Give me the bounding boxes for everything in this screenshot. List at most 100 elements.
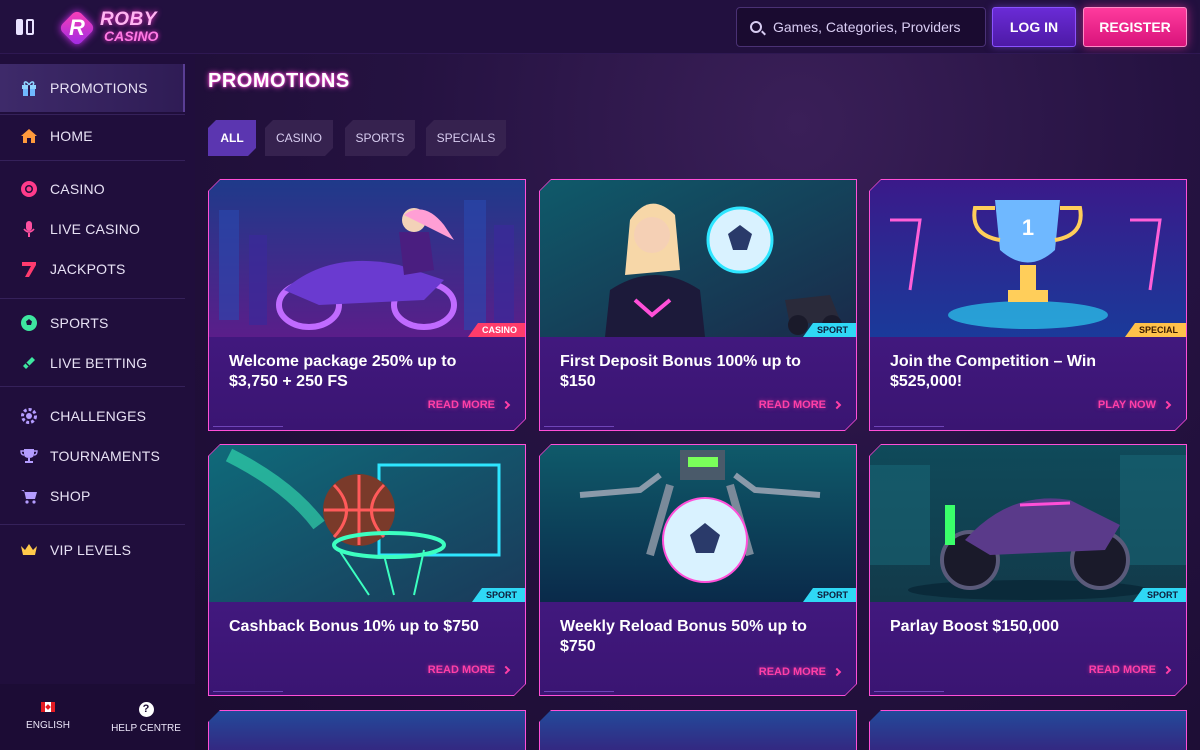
sidebar-item-jackpots[interactable]: JACKPOTS xyxy=(0,249,185,289)
sidebar-item-label: HOME xyxy=(50,128,93,144)
promo-card[interactable]: CASINO Welcome package 250% up to $3,750… xyxy=(208,179,526,431)
language-label: ENGLISH xyxy=(26,720,70,731)
promo-card[interactable]: SPORT Weekly Reload Bonus 50% up to $750… xyxy=(539,444,857,696)
card-accent-line xyxy=(874,691,944,692)
sidebar-item-casino[interactable]: CASINO xyxy=(0,169,185,209)
cta-label: READ MORE xyxy=(427,664,495,676)
page-title: PROMOTIONS xyxy=(208,70,350,92)
home-icon xyxy=(20,127,38,145)
sidebar-item-sports[interactable]: SPORTS xyxy=(0,303,185,343)
register-button[interactable]: REGISTER xyxy=(1083,7,1187,47)
promo-card[interactable]: SPORT Parlay Boost $150,000 READ MORE xyxy=(869,444,1187,696)
promo-card[interactable]: SPORT First Deposit Bonus 100% up to $15… xyxy=(539,179,857,431)
promo-card-partial[interactable] xyxy=(208,710,526,750)
card-accent-line xyxy=(874,426,944,427)
promo-image-motorcycle xyxy=(870,445,1186,602)
tab-specials[interactable]: SPECIALS xyxy=(426,120,506,156)
card-accent-line xyxy=(544,426,614,427)
sidebar-item-shop[interactable]: SHOP xyxy=(0,476,185,516)
category-tag: SPECIAL xyxy=(1125,323,1186,337)
promo-title: Cashback Bonus 10% up to $750 xyxy=(229,618,479,635)
main-content: PROMOTIONS ALL CASINO SPORTS SPECIALS CA… xyxy=(195,54,1200,750)
tab-all[interactable]: ALL xyxy=(208,120,256,156)
promo-image-basketball xyxy=(209,445,525,602)
sidebar-divider xyxy=(0,114,185,115)
sidebar-item-label: PROMOTIONS xyxy=(50,80,148,96)
cta-label: READ MORE xyxy=(758,666,826,678)
search-input[interactable] xyxy=(773,8,983,46)
play-now-link[interactable]: PLAY NOW xyxy=(1098,399,1170,411)
promo-title: Welcome package 250% up to $3,750 + 250 … xyxy=(229,353,457,390)
tab-casino[interactable]: CASINO xyxy=(265,120,333,156)
chevron-right-icon xyxy=(1163,666,1171,674)
chevron-right-icon xyxy=(1163,401,1171,409)
svg-text:1: 1 xyxy=(1022,215,1034,240)
chevron-right-icon xyxy=(833,401,841,409)
sidebar-item-challenges[interactable]: CHALLENGES xyxy=(0,396,185,436)
promo-card-partial[interactable] xyxy=(539,710,857,750)
crown-icon xyxy=(20,541,38,559)
promo-card[interactable]: 1 SPECIAL Join the Competition – Win $52… xyxy=(869,179,1187,431)
sidebar-footer: ENGLISH ? HELP CENTRE xyxy=(0,684,195,750)
chevron-right-icon xyxy=(502,401,510,409)
trophy-icon xyxy=(20,447,38,465)
login-button[interactable]: LOG IN xyxy=(992,7,1076,47)
chevron-right-icon xyxy=(502,666,510,674)
promo-image-robot-soccer-ball xyxy=(540,445,856,602)
sidebar-item-live-betting[interactable]: LIVE BETTING xyxy=(0,343,185,383)
sidebar-item-tournaments[interactable]: TOURNAMENTS xyxy=(0,436,185,476)
sidebar-item-live-casino[interactable]: LIVE CASINO xyxy=(0,209,185,249)
card-accent-line xyxy=(544,691,614,692)
cta-label: READ MORE xyxy=(427,399,495,411)
site-logo[interactable]: R ROBY CASINO xyxy=(58,9,170,47)
top-header: R ROBY CASINO LOG IN REGISTER xyxy=(0,0,1200,54)
seven-icon xyxy=(20,260,38,278)
read-more-link[interactable]: READ MORE xyxy=(1089,664,1170,676)
read-more-link[interactable]: READ MORE xyxy=(428,399,509,411)
sidebar-item-label: VIP LEVELS xyxy=(50,542,132,558)
sidebar-item-label: SPORTS xyxy=(50,315,109,331)
gear-icon xyxy=(20,407,38,425)
logo-letter: R xyxy=(69,15,85,40)
gift-icon xyxy=(20,79,38,97)
promo-image-trophy: 1 xyxy=(870,180,1186,337)
microphone-icon xyxy=(20,220,38,238)
sidebar-item-label: JACKPOTS xyxy=(50,261,126,277)
tab-sports[interactable]: SPORTS xyxy=(345,120,415,156)
sidebar-item-promotions[interactable]: PROMOTIONS xyxy=(0,64,185,112)
sidebar-toggle-icon[interactable] xyxy=(16,17,38,37)
card-accent-line xyxy=(213,691,283,692)
sidebar-item-home[interactable]: HOME xyxy=(0,116,185,156)
cta-label: READ MORE xyxy=(1088,664,1156,676)
sidebar-item-vip-levels[interactable]: VIP LEVELS xyxy=(0,530,185,570)
promo-card-partial[interactable] xyxy=(869,710,1187,750)
canada-flag-icon xyxy=(41,702,55,712)
promo-title: Parlay Boost $150,000 xyxy=(890,618,1059,635)
sidebar-divider xyxy=(0,160,185,161)
cart-icon xyxy=(20,487,38,505)
promo-card[interactable]: SPORT Cashback Bonus 10% up to $750 READ… xyxy=(208,444,526,696)
read-more-link[interactable]: READ MORE xyxy=(428,664,509,676)
cta-label: READ MORE xyxy=(758,399,826,411)
sidebar-item-label: CASINO xyxy=(50,181,105,197)
category-tag: CASINO xyxy=(468,323,525,337)
sidebar-divider xyxy=(0,524,185,525)
logo-text-casino: CASINO xyxy=(104,28,159,44)
sidebar: PROMOTIONS HOME CASINO LIVE CASINO JACKP… xyxy=(0,54,195,750)
sidebar-item-label: TOURNAMENTS xyxy=(50,448,161,464)
read-more-link[interactable]: READ MORE xyxy=(759,666,840,678)
read-more-link[interactable]: READ MORE xyxy=(759,399,840,411)
search-box[interactable] xyxy=(736,7,986,47)
sidebar-divider xyxy=(0,386,185,387)
promo-title: Join the Competition – Win $525,000! xyxy=(890,353,1097,390)
sidebar-item-label: SHOP xyxy=(50,488,91,504)
promo-title: Weekly Reload Bonus 50% up to $750 xyxy=(560,618,807,655)
card-accent-line xyxy=(213,426,283,427)
sidebar-item-label: LIVE BETTING xyxy=(50,355,148,371)
chevron-right-icon xyxy=(833,668,841,676)
help-centre-link[interactable]: ? HELP CENTRE xyxy=(101,702,191,734)
sidebar-item-label: LIVE CASINO xyxy=(50,221,141,237)
soccer-ball-icon xyxy=(20,314,38,332)
ticket-icon xyxy=(20,354,38,372)
language-selector[interactable]: ENGLISH xyxy=(3,702,93,731)
